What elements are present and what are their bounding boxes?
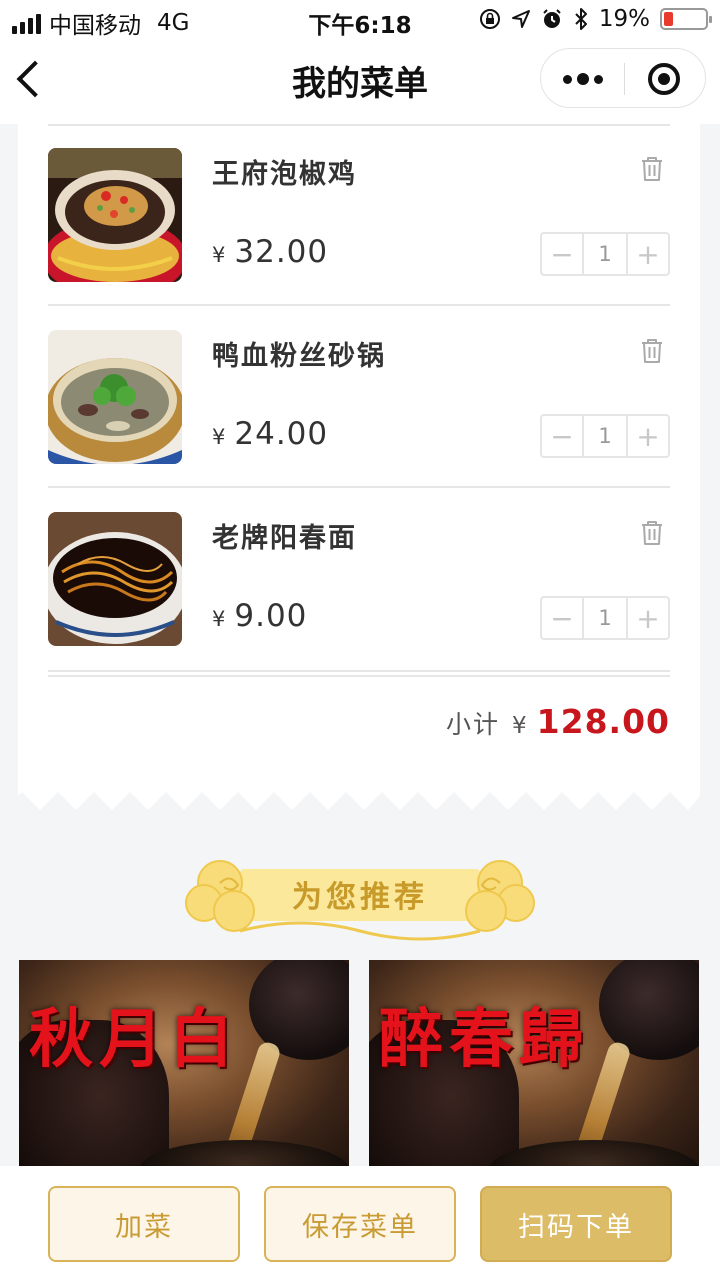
trash-icon[interactable] xyxy=(640,520,664,546)
price-value: 9.00 xyxy=(234,598,308,634)
more-dots-icon[interactable] xyxy=(563,73,603,85)
subtotal-label: 小计 xyxy=(446,710,501,739)
add-dish-button[interactable]: 加菜 xyxy=(48,1186,240,1262)
decrease-button[interactable]: − xyxy=(542,598,582,638)
bluetooth-icon xyxy=(575,8,587,30)
alarm-icon xyxy=(543,9,561,28)
dish-price: ¥9.00 xyxy=(212,598,307,634)
target-close-icon[interactable] xyxy=(648,63,680,95)
recommend-card-title: 秋月白 xyxy=(29,1002,239,1077)
dish-photo xyxy=(48,330,182,464)
location-icon xyxy=(511,10,530,28)
menu-item: 王府泡椒鸡 ¥32.00 − 1 + xyxy=(48,124,670,306)
subtotal-divider xyxy=(48,670,670,677)
quantity-stepper: − 1 + xyxy=(540,232,670,276)
scan-order-button[interactable]: 扫码下单 xyxy=(480,1186,672,1262)
increase-button[interactable]: + xyxy=(628,234,668,274)
quantity-value[interactable]: 1 xyxy=(582,234,628,274)
menu-item: 老牌阳春面 ¥9.00 − 1 + xyxy=(48,488,670,670)
currency-symbol: ¥ xyxy=(212,607,227,631)
decrease-button[interactable]: − xyxy=(542,234,582,274)
trash-icon[interactable] xyxy=(640,156,664,182)
battery-percent: 19% xyxy=(598,6,650,32)
nav-bar: 我的菜单 xyxy=(0,40,720,124)
battery-icon xyxy=(660,8,712,30)
capsule-divider xyxy=(624,63,625,95)
dish-name: 王府泡椒鸡 xyxy=(212,159,357,190)
quantity-stepper: − 1 + xyxy=(540,414,670,458)
price-value: 24.00 xyxy=(234,416,329,452)
subtotal-amount: 128.00 xyxy=(536,702,670,741)
save-menu-button[interactable]: 保存菜单 xyxy=(264,1186,456,1262)
receipt-zigzag-edge xyxy=(18,788,700,810)
rotation-lock-icon xyxy=(479,9,500,29)
currency-symbol: ¥ xyxy=(212,243,227,267)
increase-button[interactable]: + xyxy=(628,598,668,638)
trash-icon[interactable] xyxy=(640,338,664,364)
miniprogram-capsule xyxy=(540,48,706,108)
recommend-card-title: 醉春歸 xyxy=(379,1002,589,1077)
status-bar: 中国移动 4G 下午6:18 19% xyxy=(0,0,720,40)
recommend-card[interactable]: 秋月白 xyxy=(19,960,349,1170)
menu-item: 鸭血粉丝砂锅 ¥24.00 − 1 + xyxy=(48,306,670,488)
dish-name: 鸭血粉丝砂锅 xyxy=(212,341,386,372)
price-value: 32.00 xyxy=(234,234,329,270)
recommend-card[interactable]: 醉春歸 xyxy=(369,960,699,1170)
dish-name: 老牌阳春面 xyxy=(212,523,357,554)
subtotal: 小计 ¥ 128.00 xyxy=(446,702,670,741)
subtotal-currency: ¥ xyxy=(512,713,527,739)
bottom-action-bar: 加菜 保存菜单 扫码下单 xyxy=(0,1166,720,1280)
dish-photo xyxy=(48,148,182,282)
menu-card: 王府泡椒鸡 ¥32.00 − 1 + 鸭血粉丝砂锅 ¥ 24.00 − 1 + … xyxy=(18,124,700,790)
currency-symbol: ¥ xyxy=(212,425,227,449)
recommend-title: 为您推荐 xyxy=(292,880,428,915)
quantity-value[interactable]: 1 xyxy=(582,416,628,456)
dish-photo xyxy=(48,512,182,646)
quantity-stepper: − 1 + xyxy=(540,596,670,640)
dish-price: ¥32.00 xyxy=(212,234,328,270)
quantity-value[interactable]: 1 xyxy=(582,598,628,638)
decrease-button[interactable]: − xyxy=(542,416,582,456)
dish-price: ¥24.00 xyxy=(212,416,328,452)
increase-button[interactable]: + xyxy=(628,416,668,456)
